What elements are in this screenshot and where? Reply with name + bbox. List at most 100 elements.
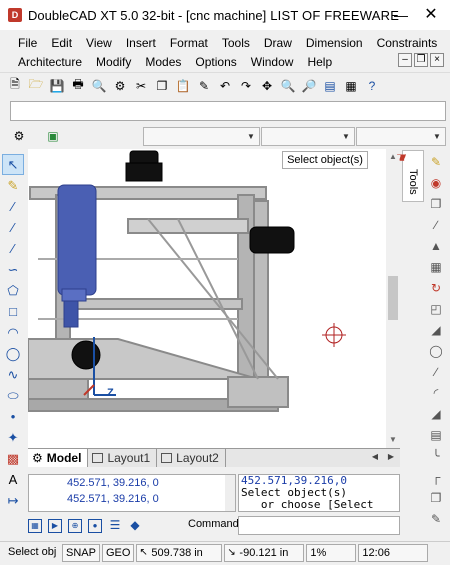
break-icon[interactable]: ▤	[425, 425, 447, 444]
curve-icon[interactable]: ∽	[2, 259, 24, 280]
history-scrollbar[interactable]	[225, 475, 235, 511]
open-folder-icon[interactable]: 🗁	[27, 77, 45, 95]
mdi-close-icon[interactable]: ×	[430, 53, 444, 67]
marker-icon[interactable]: ✦	[2, 427, 24, 448]
color-dropdown[interactable]: ▼	[261, 127, 355, 146]
menu-help[interactable]: Help	[300, 55, 339, 69]
menu-format[interactable]: Format	[163, 36, 215, 50]
snap-toggle[interactable]: SNAP	[62, 543, 100, 562]
property-toolbar: ⚙ ▣ ▼ ▼ ▼	[0, 124, 450, 148]
diamond-icon[interactable]: ◆	[128, 519, 142, 533]
layer-dropdown[interactable]: ▼	[143, 127, 260, 146]
spline-icon[interactable]: ∿	[2, 364, 24, 385]
print-icon[interactable]: 🖶	[69, 77, 87, 95]
snap-mid-icon[interactable]: ⊕	[68, 518, 82, 533]
pan-icon[interactable]: ✥	[258, 77, 276, 95]
undo-icon[interactable]: ↶	[216, 77, 234, 95]
ellipse-icon[interactable]: ⬭	[2, 385, 24, 406]
cut-icon[interactable]: ✂	[132, 77, 150, 95]
polygon-icon[interactable]: ⬠	[2, 280, 24, 301]
tab-layout1[interactable]: Layout1	[88, 449, 158, 467]
paste-icon[interactable]: 📋	[174, 77, 192, 95]
menu-file[interactable]: File	[0, 36, 44, 50]
close-button[interactable]: ✕	[418, 4, 444, 26]
viewport-vertical-scrollbar[interactable]: ▲ ▼	[386, 149, 400, 448]
help-icon[interactable]: ?	[363, 77, 381, 95]
stretch-icon[interactable]: ◢	[425, 320, 447, 339]
zoom-window-icon[interactable]: 🔎	[300, 77, 318, 95]
menu-tools[interactable]: Tools	[215, 36, 257, 50]
properties-gear-icon[interactable]: ⚙	[10, 127, 28, 145]
calculator-icon[interactable]: ▦	[342, 77, 360, 95]
settings-gear-icon[interactable]: ⚙	[111, 77, 129, 95]
menu-constraints[interactable]: Constraints	[370, 36, 445, 50]
menu-edit[interactable]: Edit	[44, 36, 79, 50]
menu-window[interactable]: Window	[244, 55, 301, 69]
offset-icon[interactable]: ╰	[425, 446, 447, 465]
minimize-button[interactable]: —	[388, 4, 414, 26]
menu-architecture[interactable]: Architecture	[0, 55, 89, 69]
save-icon[interactable]: 💾	[48, 77, 66, 95]
copy-icon[interactable]: ❐	[153, 77, 171, 95]
print-preview-icon[interactable]: 🔍	[90, 77, 108, 95]
circle-icon[interactable]: ◯	[2, 343, 24, 364]
tab-layout2[interactable]: Layout2	[157, 449, 226, 467]
array-icon[interactable]: ▦	[425, 257, 447, 276]
color-properties-icon[interactable]: ◉	[425, 173, 447, 192]
trim-icon[interactable]: ∕	[425, 215, 447, 234]
double-line-icon[interactable]: ∕	[2, 238, 24, 259]
circle-modify-icon[interactable]: ◯	[425, 341, 447, 360]
menu-insert[interactable]: Insert	[119, 36, 163, 50]
line-icon[interactable]: ∕	[2, 196, 24, 217]
tab-model[interactable]: ⚙ Model	[28, 449, 89, 467]
drawing-viewport[interactable]: Z	[28, 149, 400, 448]
mirror-icon[interactable]: ▲	[425, 236, 447, 255]
point-icon[interactable]: •	[2, 406, 24, 427]
select-arrow-icon[interactable]: ↖	[2, 154, 24, 175]
copy-entity-icon[interactable]: ❐	[425, 194, 447, 213]
menu-draw[interactable]: Draw	[257, 36, 299, 50]
edit-pencil-icon[interactable]: ✎	[425, 152, 447, 171]
menu-modes[interactable]: Modes	[138, 55, 188, 69]
group-icon[interactable]: ❐	[425, 488, 447, 507]
explode-icon[interactable]: ✎	[425, 509, 447, 528]
fillet-icon[interactable]: ◜	[425, 383, 447, 402]
redo-icon[interactable]: ↷	[237, 77, 255, 95]
scroll-down-icon[interactable]: ▼	[386, 434, 400, 446]
zoom-icon[interactable]: 🔍	[279, 77, 297, 95]
snap-grid-icon[interactable]: ▦	[28, 518, 42, 533]
dimension-icon[interactable]: ↦	[2, 490, 24, 511]
properties-list-icon[interactable]: ☰	[108, 519, 122, 533]
fill-icon[interactable]: ▩	[2, 448, 24, 469]
snap-end-icon[interactable]: ▶	[48, 518, 62, 533]
mdi-restore-icon[interactable]: ❐	[414, 53, 428, 67]
tools-panel-tab[interactable]: ⚑ Tools	[394, 150, 424, 202]
match-properties-icon[interactable]: ✎	[195, 77, 213, 95]
pencil-icon[interactable]: ✎	[2, 175, 24, 196]
scale-icon[interactable]: ◰	[425, 299, 447, 318]
command-input[interactable]	[238, 516, 400, 535]
extend-icon[interactable]: ∕	[425, 362, 447, 381]
linetype-dropdown[interactable]: ▼	[356, 127, 446, 146]
new-file-icon[interactable]: 🗎	[6, 77, 24, 95]
tab-scroll-right-icon[interactable]: ▶	[384, 450, 398, 464]
scrollbar-thumb[interactable]	[388, 276, 398, 320]
polyline-icon[interactable]: ∕	[2, 217, 24, 238]
menu-options[interactable]: Options	[188, 55, 243, 69]
menu-view[interactable]: View	[79, 36, 119, 50]
menu-modify[interactable]: Modify	[89, 55, 138, 69]
snap-center-icon[interactable]: ●	[88, 518, 102, 533]
join-icon[interactable]: ┌	[425, 467, 447, 486]
layer-manager-icon[interactable]: ▣	[44, 127, 62, 145]
tab-scroll-left-icon[interactable]: ◀	[368, 450, 382, 464]
rotate-icon[interactable]: ↻	[425, 278, 447, 297]
menu-dimension[interactable]: Dimension	[299, 36, 370, 50]
inspector-bar-input[interactable]	[10, 101, 446, 121]
chamfer-icon[interactable]: ◢	[425, 404, 447, 423]
layers-icon[interactable]: ▤	[321, 77, 339, 95]
arc-icon[interactable]: ◠	[2, 322, 24, 343]
rectangle-icon[interactable]: □	[2, 301, 24, 322]
text-icon[interactable]: A	[2, 469, 24, 490]
mdi-minimize-icon[interactable]: –	[398, 53, 412, 67]
geo-toggle[interactable]: GEO	[101, 543, 135, 562]
